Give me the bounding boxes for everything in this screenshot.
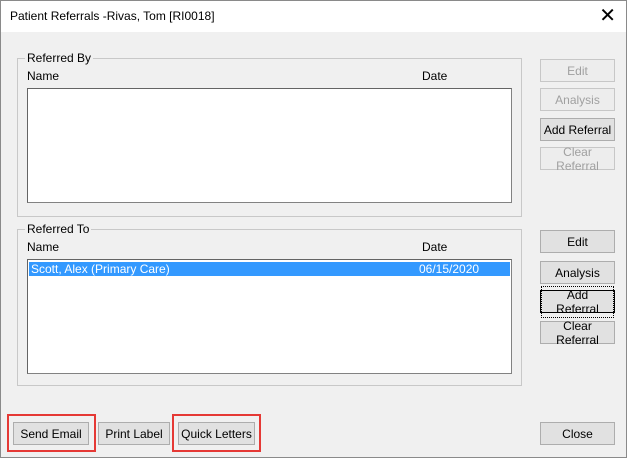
- close-icon[interactable]: ✕: [599, 4, 616, 26]
- referred-to-edit-button[interactable]: Edit: [540, 230, 615, 253]
- quick-letters-button[interactable]: Quick Letters: [178, 422, 255, 445]
- add-referral-label: Add Referral: [541, 285, 614, 318]
- title-bar: Patient Referrals -Rivas, Tom [RI0018] ✕: [1, 1, 626, 32]
- send-email-button[interactable]: Send Email: [13, 422, 89, 445]
- referred-to-group: Referred To Name Date Scott, Alex (Prima…: [17, 222, 522, 386]
- close-button[interactable]: Close: [540, 422, 615, 445]
- window-title: Patient Referrals -Rivas, Tom [RI0018]: [10, 9, 215, 23]
- referred-by-list[interactable]: [27, 88, 512, 203]
- referred-by-name-header: Name: [27, 69, 60, 83]
- referred-to-list[interactable]: Scott, Alex (Primary Care) 06/15/2020: [27, 259, 512, 374]
- referred-to-add-referral-button[interactable]: Add Referral: [540, 285, 615, 318]
- referred-by-analysis-button[interactable]: Analysis: [540, 88, 615, 111]
- table-row[interactable]: Scott, Alex (Primary Care) 06/15/2020: [29, 262, 510, 276]
- referred-to-analysis-button[interactable]: Analysis: [540, 261, 615, 284]
- referred-by-date-header: Date: [422, 69, 448, 83]
- print-label-button[interactable]: Print Label: [98, 422, 170, 445]
- referred-to-name-header: Name: [27, 240, 60, 254]
- referred-by-group: Referred By Name Date: [17, 51, 522, 217]
- referral-date: 06/15/2020: [419, 262, 480, 276]
- referred-to-label: Referred To: [25, 222, 92, 236]
- referral-name: Scott, Alex (Primary Care): [31, 262, 170, 276]
- referred-by-label: Referred By: [25, 51, 94, 65]
- referred-to-date-header: Date: [422, 240, 448, 254]
- referred-by-edit-button[interactable]: Edit: [540, 59, 615, 82]
- referred-by-add-referral-button[interactable]: Add Referral: [540, 118, 615, 141]
- referred-to-clear-referral-button[interactable]: Clear Referral: [540, 319, 615, 347]
- patient-referrals-dialog: Patient Referrals -Rivas, Tom [RI0018] ✕…: [0, 0, 627, 458]
- referred-by-clear-referral-button[interactable]: Clear Referral: [540, 145, 615, 173]
